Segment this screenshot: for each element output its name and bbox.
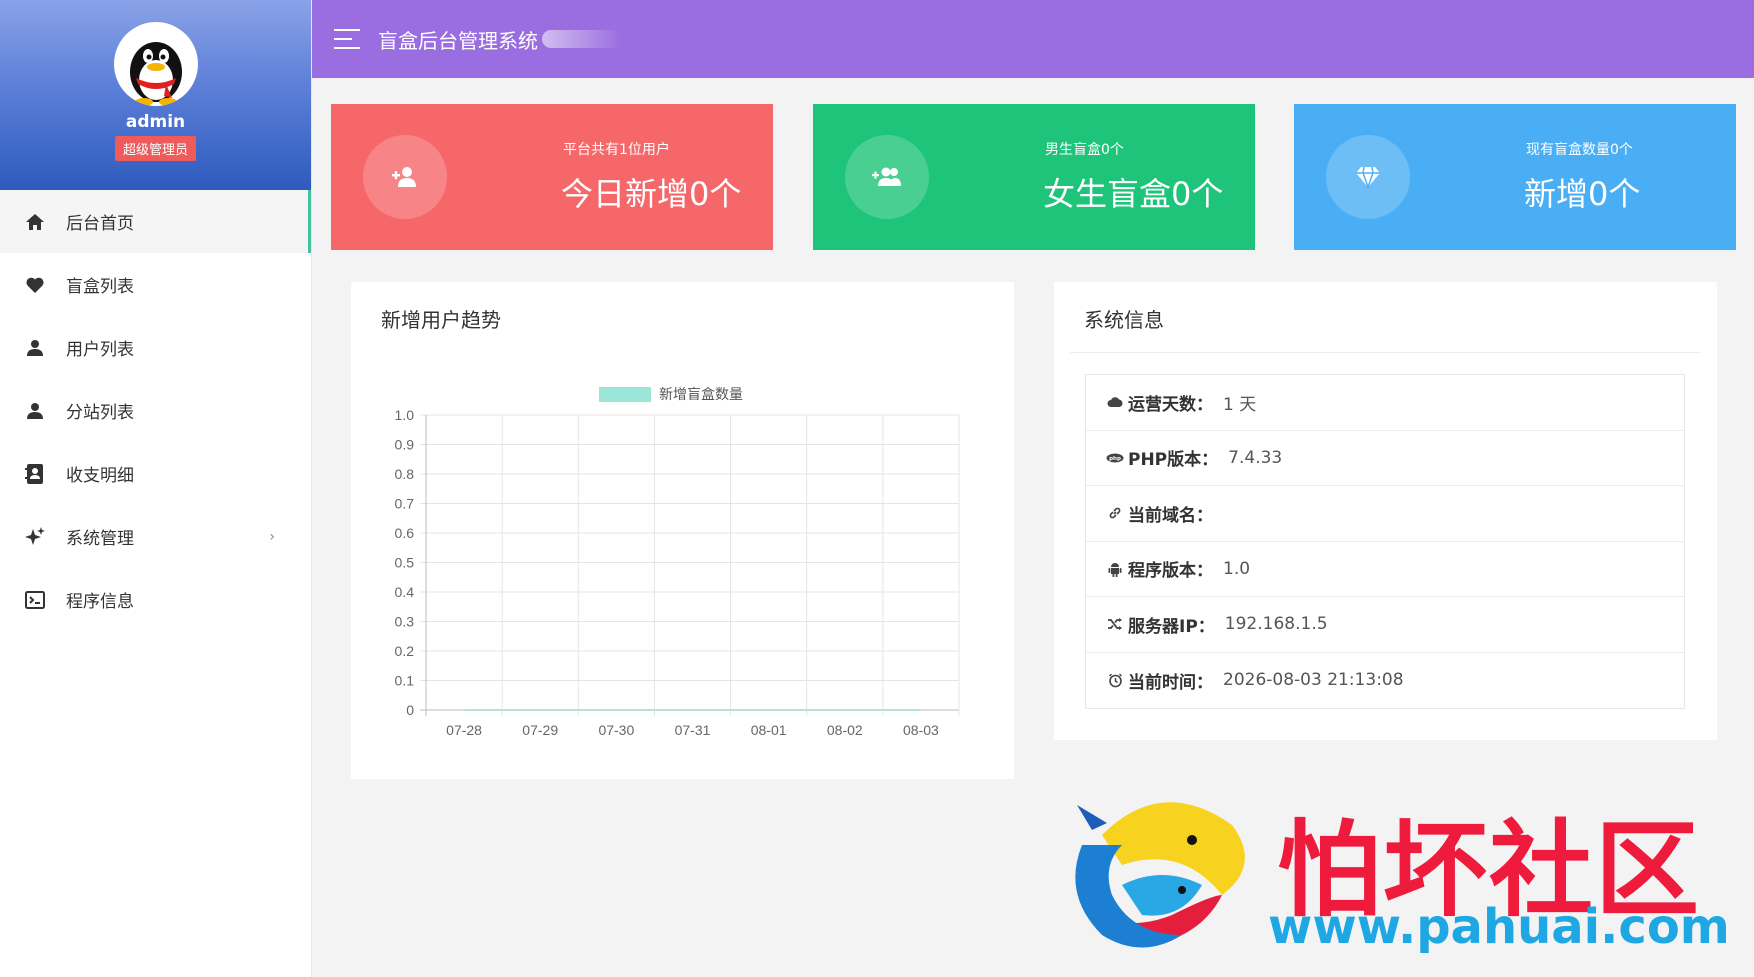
y-tick-label: 0.4 [395, 584, 415, 600]
y-tick-label: 0.3 [395, 614, 415, 630]
info-value: 2026-08-03 21:13:08 [1223, 670, 1404, 691]
admin-name: admin [125, 112, 186, 132]
x-tick-label: 08-03 [903, 722, 939, 738]
stat-card-subtitle: 平台共有1位用户 [563, 142, 670, 158]
sidebar-item-blindbox-list[interactable]: 盲盒列表 [0, 253, 311, 316]
info-label: 程序版本： [1128, 561, 1213, 582]
heart-icon [24, 274, 46, 296]
sparkles-icon [24, 526, 46, 548]
sidebar-item-label: 用户列表 [66, 340, 134, 360]
sidebar-item-program-info[interactable]: 程序信息 [0, 568, 311, 631]
user-icon [24, 337, 46, 359]
link-icon [1106, 504, 1124, 522]
y-tick-label: 0 [406, 702, 414, 718]
info-label: 服务器IP： [1128, 616, 1215, 637]
y-tick-label: 0.6 [395, 525, 415, 541]
shuffle-icon [1106, 615, 1124, 633]
users-add-icon [845, 135, 929, 219]
system-info-table: 运营天数： 1 天 php PHP版本： 7.4.33 当前域名： 程序版本： … [1085, 374, 1685, 709]
header-title-blur [542, 30, 622, 48]
header-title: 盲盒后台管理系统 [378, 28, 538, 53]
y-tick-label: 0.7 [395, 496, 415, 512]
stat-card-value: 新增0个 [1524, 175, 1641, 213]
sidebar-item-label: 盲盒列表 [66, 277, 134, 297]
y-tick-label: 1.0 [395, 407, 415, 423]
stat-card-box-count: 现有盲盒数量0个 新增0个 [1294, 104, 1736, 250]
info-value: 1 天 [1223, 394, 1257, 415]
stat-card-subtitle: 现有盲盒数量0个 [1526, 142, 1633, 158]
fish-logo-icon [1075, 802, 1245, 948]
php-icon: php [1106, 449, 1124, 467]
x-tick-label: 08-02 [827, 722, 863, 738]
x-tick-label: 07-30 [598, 722, 634, 738]
home-icon [24, 211, 46, 233]
menu-toggle-icon[interactable] [334, 29, 360, 49]
sidebar-menu: 后台首页 盲盒列表 用户列表 分站列表 收支明细 系统管理 › 程序信息 [0, 190, 311, 631]
panel-title: 系统信息 [1084, 308, 1164, 332]
info-row-program-version: 程序版本： 1.0 [1086, 542, 1684, 597]
info-row-current-time: 当前时间： 2026-08-03 21:13:08 [1086, 653, 1684, 709]
cloud-icon [1106, 393, 1124, 411]
stat-card-subtitle: 男生盲盒0个 [1045, 142, 1124, 158]
sidebar-item-user-list[interactable]: 用户列表 [0, 316, 311, 379]
x-tick-label: 08-01 [751, 722, 787, 738]
x-tick-label: 07-28 [446, 722, 482, 738]
sidebar-item-label: 收支明细 [66, 466, 134, 486]
sidebar-item-income-expense[interactable]: 收支明细 [0, 442, 311, 505]
info-label: PHP版本： [1128, 450, 1219, 471]
divider [1070, 352, 1701, 353]
info-value: 1.0 [1223, 558, 1251, 579]
stat-card-boxes-gender: 男生盲盒0个 女生盲盒0个 [813, 104, 1255, 250]
y-tick-label: 0.1 [395, 673, 415, 689]
user-icon [24, 400, 46, 422]
sidebar-item-label: 系统管理 [66, 529, 134, 549]
info-label: 当前时间： [1128, 672, 1213, 693]
info-row-php-version: php PHP版本： 7.4.33 [1086, 431, 1684, 486]
svg-text:php: php [1109, 456, 1121, 462]
contact-book-icon [24, 463, 46, 485]
sidebar-item-substation-list[interactable]: 分站列表 [0, 379, 311, 442]
profile-panel: admin 超级管理员 [0, 0, 311, 190]
info-row-server-ip: 服务器IP： 192.168.1.5 [1086, 597, 1684, 653]
y-tick-label: 0.2 [395, 643, 415, 659]
user-trend-panel: 新增用户趋势 0 0.1 0.2 0.3 0.4 0.5 0.6 0.7 0.8 0.9 1.0 07… [351, 282, 1014, 779]
diamond-icon [1326, 135, 1410, 219]
sidebar-item-label: 分站列表 [66, 403, 134, 423]
info-row-operating-days: 运营天数： 1 天 [1086, 375, 1684, 431]
watermark: 怕坏社区 www.pahuai.com [1062, 785, 1742, 965]
sidebar-item-label: 后台首页 [66, 214, 134, 234]
info-row-current-domain: 当前域名： [1086, 486, 1684, 542]
top-header: 盲盒后台管理系统 [312, 0, 1754, 78]
info-label: 运营天数： [1128, 394, 1213, 415]
sidebar-item-dashboard[interactable]: 后台首页 [0, 190, 311, 253]
legend-swatch [599, 387, 651, 402]
info-label: 当前域名： [1128, 505, 1213, 526]
legend-label: 新增盲盒数量 [659, 386, 743, 403]
sidebar: admin 超级管理员 后台首页 盲盒列表 用户列表 分站列表 收支明细 系统管… [0, 0, 312, 977]
clock-icon [1106, 671, 1124, 689]
y-tick-label: 0.9 [395, 437, 415, 453]
stat-card-value: 今日新增0个 [561, 175, 742, 213]
stat-card-users: 平台共有1位用户 今日新增0个 [331, 104, 773, 250]
chevron-right-icon: › [269, 528, 275, 545]
y-tick-label: 0.8 [395, 466, 415, 482]
android-icon [1106, 560, 1124, 578]
info-value: 7.4.33 [1228, 447, 1283, 468]
x-tick-label: 07-31 [675, 722, 711, 738]
x-tick-label: 07-29 [522, 722, 558, 738]
info-value: 192.168.1.5 [1224, 614, 1328, 635]
y-tick-label: 0.5 [395, 555, 415, 571]
user-add-icon [363, 135, 447, 219]
stat-card-value: 女生盲盒0个 [1043, 175, 1224, 213]
role-badge: 超级管理员 [114, 136, 196, 161]
penguin-avatar-icon [129, 42, 182, 106]
user-trend-chart: 0 0.1 0.2 0.3 0.4 0.5 0.6 0.7 0.8 0.9 1.0 07-28 07-2… [395, 386, 960, 738]
system-info-panel: 系统信息 运营天数： 1 天 php PHP版本： 7.4.33 当前域名： 程… [1054, 282, 1717, 740]
watermark-url: www.pahuai.com [1268, 899, 1730, 955]
avatar[interactable] [113, 22, 198, 106]
terminal-icon [24, 589, 46, 611]
sidebar-item-system-management[interactable]: 系统管理 › [0, 505, 311, 568]
sidebar-item-label: 程序信息 [66, 592, 134, 612]
